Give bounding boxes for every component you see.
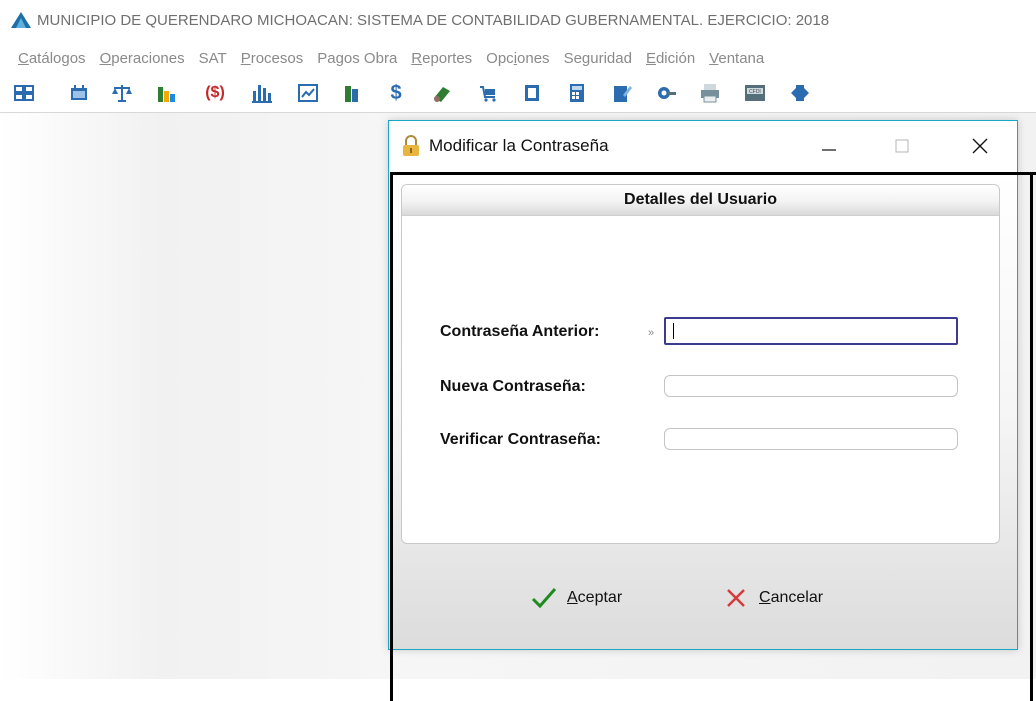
app-logo-icon	[11, 12, 31, 28]
books-icon[interactable]	[340, 81, 364, 105]
dollar-icon[interactable]: $	[384, 81, 408, 105]
app-title-bar: MUNICIPIO DE QUERENDARO MICHOACAN: SISTE…	[0, 0, 1036, 40]
menu-pagos-obra[interactable]: Pagos Obra	[317, 50, 397, 67]
menu-edicion[interactable]: Edición	[646, 50, 695, 67]
toolbar: ($) $ CFDI	[0, 76, 1036, 113]
checkmark-icon	[531, 588, 557, 609]
menu-seguridad[interactable]: Seguridad	[564, 50, 632, 67]
new-password-field[interactable]	[664, 375, 958, 397]
close-button[interactable]	[957, 121, 1003, 171]
text-caret	[673, 323, 674, 339]
menu-operaciones[interactable]: Operaciones	[100, 50, 185, 67]
dialog-title-bar[interactable]: Modificar la Contraseña	[389, 121, 1017, 171]
dialog-body: Detalles del Usuario Contraseña Anterior…	[389, 171, 1017, 649]
bar-chart-icon[interactable]	[155, 81, 179, 105]
money-bag-icon[interactable]: ($)	[200, 81, 230, 105]
minimize-button[interactable]	[805, 121, 851, 171]
menu-procesos[interactable]: Procesos	[241, 50, 304, 67]
exit-icon[interactable]	[788, 81, 812, 105]
lock-icon	[403, 135, 419, 156]
cfdi-icon[interactable]: CFDI	[743, 81, 767, 105]
menu-opciones[interactable]: Opciones	[486, 50, 549, 67]
user-details-panel: Detalles del Usuario Contraseña Anterior…	[401, 184, 1000, 544]
calendar-icon[interactable]	[67, 81, 91, 105]
menu-bar: Catálogos Operaciones SAT Procesos Pagos…	[0, 44, 1036, 72]
annotation-frame-top	[390, 172, 1036, 175]
new-password-label: Nueva Contraseña:	[440, 378, 586, 395]
old-password-field[interactable]	[664, 317, 958, 345]
maximize-icon	[895, 139, 909, 153]
grid-icon[interactable]	[12, 81, 36, 105]
verify-password-label: Verificar Contraseña:	[440, 431, 601, 448]
cart-icon[interactable]	[476, 81, 500, 105]
annotation-frame-left	[390, 172, 393, 701]
money-hand-icon[interactable]	[430, 81, 454, 105]
menu-sat[interactable]: SAT	[199, 50, 227, 67]
cancel-button[interactable]: Cancelar	[725, 583, 823, 613]
svg-text:CFDI: CFDI	[749, 89, 761, 95]
printer-icon[interactable]	[698, 81, 722, 105]
maximize-button[interactable]	[879, 121, 925, 171]
old-password-label: Contraseña Anterior:	[440, 323, 600, 340]
line-chart-icon[interactable]	[296, 81, 320, 105]
tools-icon[interactable]	[654, 81, 678, 105]
menu-ventana[interactable]: Ventana	[709, 50, 764, 67]
cancel-x-icon	[727, 589, 745, 607]
columns-chart-icon[interactable]	[250, 81, 274, 105]
focus-indicator-icon: »	[648, 327, 655, 339]
balance-scale-icon[interactable]	[110, 81, 134, 105]
document-icon[interactable]	[520, 81, 544, 105]
edit-document-icon[interactable]	[610, 81, 634, 105]
accept-button[interactable]: Aceptar	[531, 583, 622, 613]
close-icon	[972, 138, 988, 154]
panel-title: Detalles del Usuario	[402, 185, 999, 216]
app-title: MUNICIPIO DE QUERENDARO MICHOACAN: SISTE…	[37, 11, 830, 29]
minimize-icon	[822, 149, 836, 151]
change-password-dialog: Modificar la Contraseña Detalles del Usu…	[388, 120, 1018, 650]
menu-reportes[interactable]: Reportes	[411, 50, 472, 67]
menu-catalogos[interactable]: Catálogos	[18, 50, 86, 67]
dialog-title: Modificar la Contraseña	[429, 136, 609, 155]
calculator-icon[interactable]	[565, 81, 589, 105]
annotation-frame-right	[1030, 172, 1033, 701]
verify-password-field[interactable]	[664, 428, 958, 450]
